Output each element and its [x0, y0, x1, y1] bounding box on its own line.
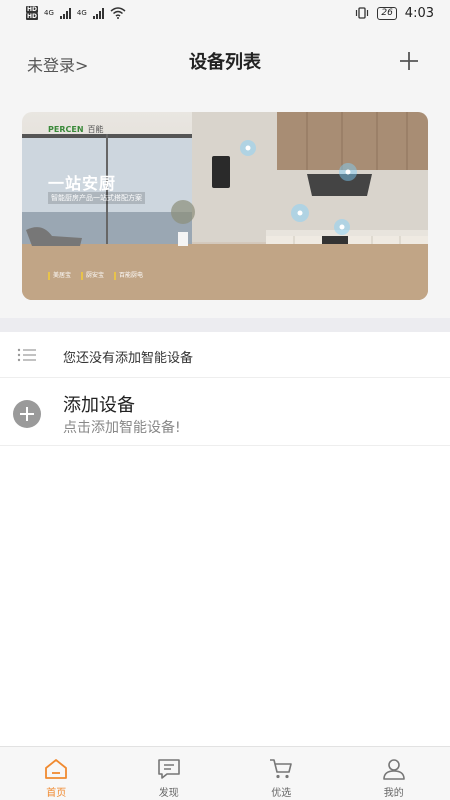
bottom-tab-bar: 首页 发现 优选 我的 [0, 746, 450, 800]
message-icon [157, 759, 180, 779]
tab-discover-label: 发现 [158, 788, 179, 799]
user-icon [382, 759, 405, 780]
status-right: 26 4:03 [355, 6, 434, 21]
add-device-subtitle: 点击添加智能设备! [63, 420, 181, 436]
tab-home[interactable]: 首页 [0, 747, 113, 800]
cart-icon [270, 759, 293, 779]
plus-icon[interactable] [398, 50, 420, 72]
page-title: 设备列表 [189, 52, 261, 73]
empty-device-notice: 您还没有添加智能设备 [0, 332, 450, 378]
promo-banner[interactable]: PERCEN 百能 一站安厨 智能厨房产品一站式搭配方案 美居宝 厨安宝 百能厨… [22, 112, 428, 300]
section-divider [0, 318, 450, 332]
vibrate-icon [356, 7, 369, 19]
signal-icon [59, 7, 71, 19]
tab-select-label: 优选 [271, 788, 292, 799]
banner-section: PERCEN 百能 一站安厨 智能厨房产品一站式搭配方案 美居宝 厨安宝 百能厨… [0, 96, 450, 318]
banner-title: 一站安厨 [48, 174, 117, 193]
list-icon [17, 348, 36, 362]
add-circle-icon [13, 400, 41, 428]
wifi-icon [110, 7, 126, 19]
empty-device-text: 您还没有添加智能设备 [63, 351, 194, 366]
add-device-button[interactable]: 添加设备 点击添加智能设备! [0, 378, 450, 446]
tab-select[interactable]: 优选 [225, 747, 338, 800]
network1-label: 4G [44, 9, 54, 17]
banner-tag: 厨安宝 [81, 272, 104, 280]
banner-tag: 美居宝 [48, 272, 71, 280]
sim-indicators: HD HD [26, 6, 39, 20]
battery-icon: 26 [377, 6, 397, 20]
status-left: HD HD 4G 4G [26, 6, 126, 20]
tab-mine-label: 我的 [383, 788, 404, 799]
sim1-label: HD [26, 6, 39, 13]
banner-tag: 百能厨电 [114, 272, 143, 280]
home-icon [45, 759, 68, 779]
status-bar: HD HD 4G 4G 26 4:03 [0, 0, 450, 26]
app-header: 未登录> 设备列表 [0, 26, 450, 96]
signal-icon-2 [92, 7, 104, 19]
tab-mine[interactable]: 我的 [338, 747, 450, 800]
banner-brand: PERCEN 百能 [48, 124, 104, 135]
banner-brand-name: PERCEN [48, 125, 84, 134]
clock: 4:03 [404, 5, 434, 21]
add-device-title: 添加设备 [63, 395, 135, 416]
banner-subtitle: 智能厨房产品一站式搭配方案 [48, 192, 145, 204]
tab-home-label: 首页 [46, 788, 67, 799]
sim2-label: HD [26, 13, 39, 20]
tab-discover[interactable]: 发现 [113, 747, 226, 800]
network2-label: 4G [76, 9, 87, 17]
banner-brand-cn: 百能 [87, 125, 104, 134]
banner-tags: 美居宝 厨安宝 百能厨电 [48, 272, 143, 280]
